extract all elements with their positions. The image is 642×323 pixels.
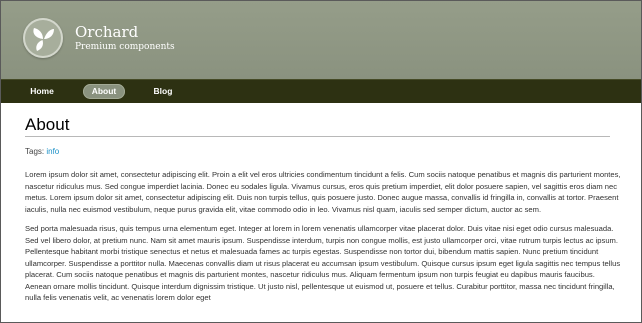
tag-link-info[interactable]: info	[46, 147, 59, 156]
nav-item-about[interactable]: About	[83, 84, 125, 99]
main-nav: Home About Blog	[1, 79, 641, 103]
title-divider	[25, 136, 610, 137]
main-content: About Tags: info Lorem ipsum dolor sit a…	[25, 104, 621, 304]
nav-item-home[interactable]: Home	[25, 84, 59, 99]
leaf-logo-icon[interactable]	[23, 18, 63, 58]
leaf-logo-svg	[33, 28, 54, 51]
site-header: Orchard Premium components	[1, 1, 641, 79]
page-title: About	[25, 115, 70, 134]
body-paragraph-2: Sed porta malesuada risus, quis tempus u…	[25, 224, 621, 302]
tags-label: Tags:	[25, 147, 45, 156]
nav-item-blog[interactable]: Blog	[147, 84, 179, 99]
site-tagline: Premium components	[75, 42, 175, 52]
page-frame: Orchard Premium components Home About Bl…	[0, 0, 642, 323]
tags-line: Tags: info	[25, 147, 621, 157]
site-name[interactable]: Orchard	[75, 23, 138, 41]
body-paragraph-1: Lorem ipsum dolor sit amet, consectetur …	[25, 170, 621, 214]
